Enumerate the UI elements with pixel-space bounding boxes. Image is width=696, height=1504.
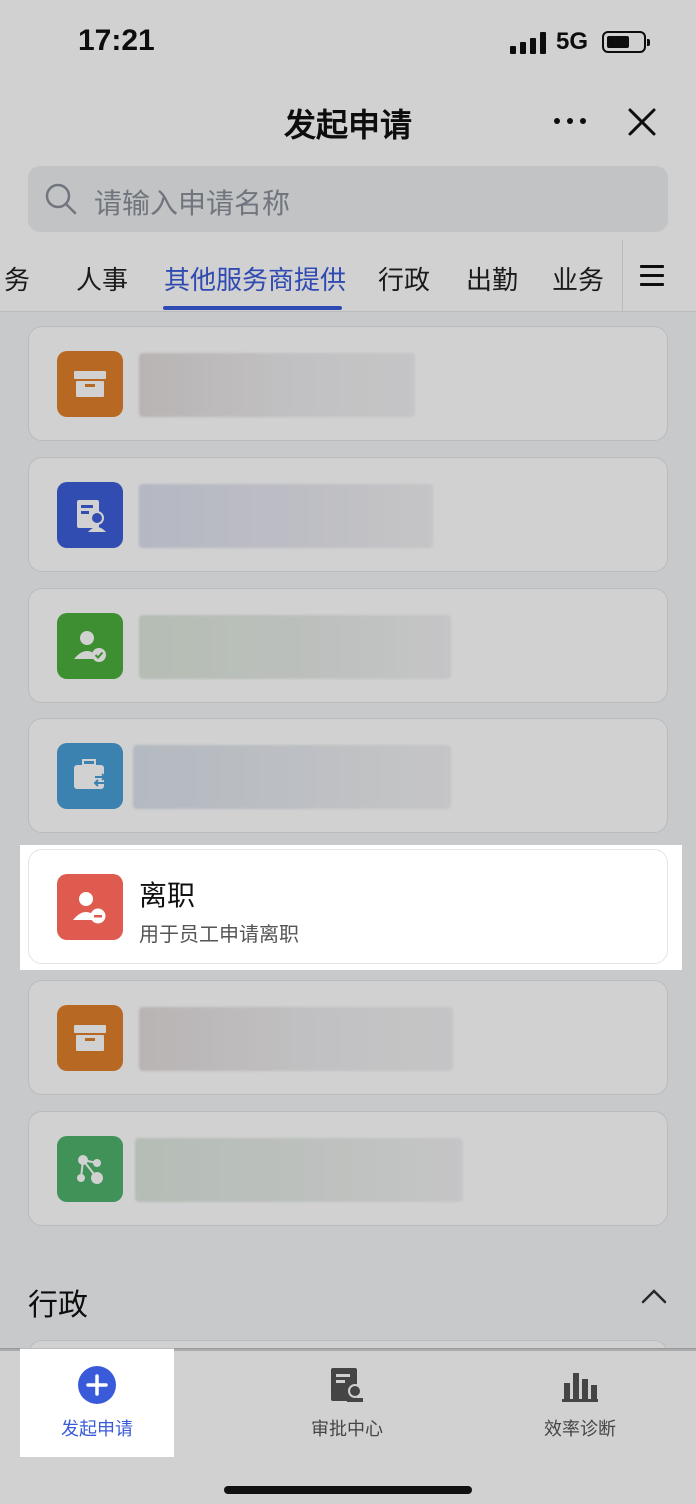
bar-chart-icon: [560, 1365, 600, 1405]
nav-bar: 发起申请: [0, 86, 696, 156]
close-icon[interactable]: [622, 102, 662, 142]
box-icon: [57, 351, 123, 417]
list-item-resignation[interactable]: 离职 用于员工申请离职: [28, 849, 668, 964]
redacted-text: [135, 1138, 463, 1202]
tab-hr[interactable]: 人事: [76, 260, 128, 297]
tab-label: 发起申请: [61, 1419, 133, 1440]
active-tab-indicator: [163, 306, 342, 310]
tab-efficiency-diagnosis[interactable]: 效率诊断: [503, 1349, 657, 1457]
home-indicator: [224, 1486, 472, 1494]
list-item[interactable]: [28, 1111, 668, 1226]
tab-partial[interactable]: 务: [4, 260, 30, 297]
redacted-text: [133, 745, 451, 809]
more-icon[interactable]: [548, 100, 592, 140]
tab-attendance[interactable]: 出勤: [466, 260, 518, 297]
tab-initiate-request[interactable]: 发起申请: [20, 1349, 174, 1457]
tab-label: 审批中心: [311, 1419, 383, 1440]
document-person-icon: [57, 482, 123, 548]
item-title: 离职: [139, 879, 196, 912]
bottom-tab-bar: 发起申请 审批中心 效率诊断: [0, 1348, 696, 1504]
menu-icon[interactable]: [622, 240, 696, 312]
tab-approval-center[interactable]: 审批中心: [270, 1349, 424, 1457]
person-check-icon: [57, 613, 123, 679]
phone-screen: 17:21 5G 发起申请 请输入申请名称 务 人事 其他服务商提供 行政 出勤: [0, 0, 696, 1504]
list-item[interactable]: [28, 326, 668, 441]
tab-admin[interactable]: 行政: [378, 260, 430, 297]
chevron-up-icon[interactable]: [640, 1286, 668, 1306]
list-item[interactable]: [28, 718, 668, 833]
search-icon: [44, 182, 78, 216]
redacted-text: [139, 615, 451, 679]
search-placeholder: 请输入申请名称: [94, 187, 291, 220]
person-minus-icon: [57, 874, 123, 940]
battery-icon: [602, 31, 650, 53]
list-item[interactable]: [28, 457, 668, 572]
status-bar: 17:21 5G: [0, 0, 696, 86]
signal-icon: [510, 32, 546, 54]
tab-other-providers[interactable]: 其他服务商提供: [164, 260, 346, 297]
tab-label: 效率诊断: [544, 1419, 616, 1440]
share-nodes-icon: [57, 1136, 123, 1202]
approval-icon: [327, 1365, 367, 1405]
tab-business[interactable]: 业务: [552, 260, 604, 297]
network-type: 5G: [556, 28, 589, 55]
plus-circle-icon: [77, 1365, 117, 1405]
redacted-text: [139, 353, 415, 417]
box-icon: [57, 1005, 123, 1071]
list-item[interactable]: [28, 980, 668, 1095]
briefcase-transfer-icon: [57, 743, 123, 809]
list-item[interactable]: [28, 588, 668, 703]
status-time: 17:21: [78, 24, 155, 57]
redacted-text: [139, 484, 433, 548]
item-subtitle: 用于员工申请离职: [139, 922, 299, 946]
section-title: 行政: [28, 1288, 88, 1323]
category-tabs: 务 人事 其他服务商提供 行政 出勤 业务: [0, 240, 696, 312]
redacted-text: [139, 1007, 453, 1071]
search-input[interactable]: 请输入申请名称: [28, 166, 668, 232]
